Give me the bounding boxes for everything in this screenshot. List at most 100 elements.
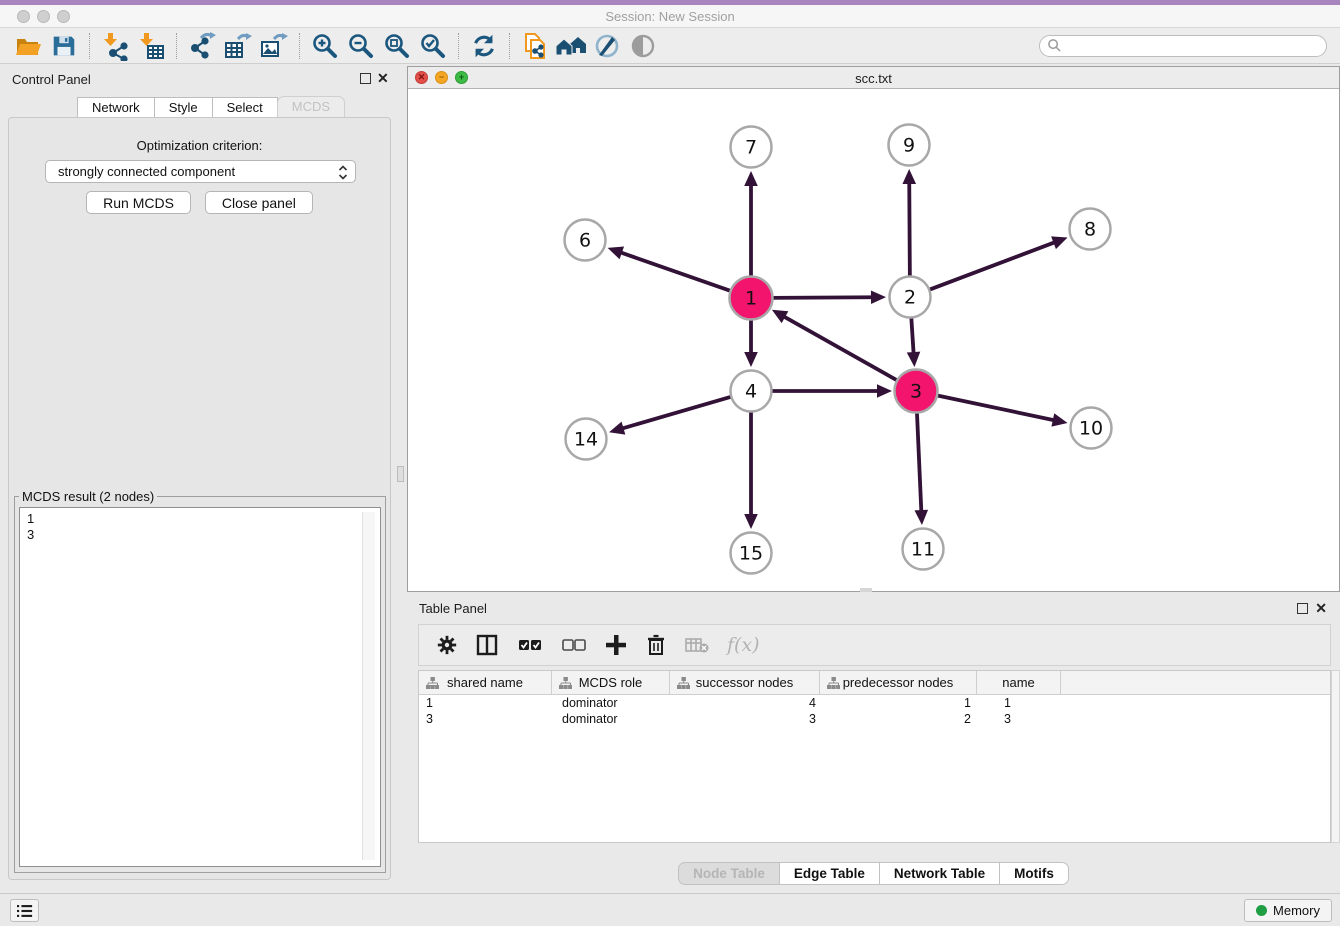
graph-edge-arrowhead — [1051, 413, 1067, 426]
table-scrollbar[interactable] — [1331, 670, 1340, 843]
memory-button[interactable]: Memory — [1244, 899, 1332, 922]
control-panel-close-button[interactable]: ✕ — [377, 71, 389, 85]
delete-table-icon — [684, 635, 710, 655]
import-table-button[interactable] — [133, 29, 169, 63]
hierarchy-icon — [426, 677, 439, 689]
graph-edge-3-10[interactable] — [936, 395, 1055, 420]
graph-edge-arrowhead — [608, 246, 624, 259]
main-titlebar: Session: New Session — [0, 5, 1340, 28]
graph-node-label: 7 — [745, 137, 757, 159]
graph-edge-3-1[interactable] — [783, 316, 898, 381]
column-header-shared-name[interactable]: shared name — [419, 671, 552, 694]
table-panel-title: Table Panel — [419, 601, 487, 616]
home-overview-button[interactable] — [553, 29, 589, 63]
table-settings-button[interactable] — [436, 634, 458, 656]
fit-content-button[interactable] — [379, 29, 415, 63]
table-panel-float-button[interactable] — [1297, 603, 1308, 614]
export-network-button[interactable] — [184, 29, 220, 63]
table-panel: Table Panel ✕ — [407, 597, 1340, 888]
window-resize-handle[interactable] — [860, 588, 872, 592]
zoom-out-button[interactable] — [343, 29, 379, 63]
graph-node-label: 15 — [739, 543, 763, 565]
table-row[interactable]: 3 dominator 3 2 3 — [419, 711, 1330, 727]
result-line: 1 — [27, 511, 380, 527]
select-all-button[interactable] — [516, 634, 543, 656]
trash-icon — [645, 633, 667, 657]
tab-style[interactable]: Style — [154, 97, 213, 118]
graph-edge-2-8[interactable] — [929, 242, 1056, 290]
table-header-row: shared name MCDS role successor nodes pr… — [419, 671, 1330, 695]
tab-motifs[interactable]: Motifs — [999, 862, 1069, 885]
network-canvas[interactable]: 7968124314101511 — [408, 89, 1339, 591]
export-image-button[interactable] — [256, 29, 292, 63]
table-row[interactable]: 1 dominator 4 1 1 — [419, 695, 1330, 711]
hierarchy-icon — [827, 677, 840, 689]
export-table-button[interactable] — [220, 29, 256, 63]
graph-node-label: 6 — [579, 230, 591, 252]
import-network-button[interactable] — [97, 29, 133, 63]
network-window-titlebar[interactable]: ✕ − + scc.txt — [408, 67, 1339, 89]
table-panel-close-button[interactable]: ✕ — [1315, 601, 1327, 615]
mcds-result-text[interactable]: 1 3 — [19, 507, 381, 867]
function-builder-button[interactable]: f(x) — [727, 634, 760, 656]
delete-table-button[interactable] — [684, 635, 710, 655]
column-header-mcds-role[interactable]: MCDS role — [552, 671, 670, 694]
duplicate-network-button[interactable] — [517, 29, 553, 63]
toolbar-separator — [458, 33, 459, 59]
optimization-criterion-dropdown[interactable]: strongly connected component — [45, 160, 356, 183]
add-column-button[interactable] — [604, 633, 628, 657]
tab-network-table[interactable]: Network Table — [879, 862, 1000, 885]
save-session-button[interactable] — [46, 29, 82, 63]
column-header-predecessor-nodes[interactable]: predecessor nodes — [820, 671, 977, 694]
main-toolbar — [0, 28, 1340, 64]
column-header-successor-nodes[interactable]: successor nodes — [670, 671, 820, 694]
tab-edge-table[interactable]: Edge Table — [779, 862, 880, 885]
import-table-icon — [136, 31, 166, 61]
search-field[interactable] — [1039, 35, 1327, 57]
panel-splitter-handle[interactable] — [397, 466, 404, 482]
network-graph[interactable]: 7968124314101511 — [408, 89, 1339, 592]
graph-edge-2-9[interactable] — [909, 182, 910, 277]
close-panel-button[interactable]: Close panel — [205, 191, 313, 214]
show-style-button[interactable] — [589, 29, 625, 63]
status-bar: Memory — [0, 893, 1340, 926]
graph-edge-arrowhead — [744, 171, 758, 186]
graph-edge-1-2[interactable] — [771, 297, 873, 298]
control-panel-float-button[interactable] — [360, 73, 371, 84]
column-visibility-button[interactable] — [475, 633, 499, 657]
task-history-button[interactable] — [10, 899, 39, 922]
chevron-up-down-icon — [338, 164, 348, 181]
zoom-selected-button[interactable] — [415, 29, 451, 63]
zoom-in-button[interactable] — [307, 29, 343, 63]
tab-network[interactable]: Network — [77, 97, 155, 118]
run-mcds-button[interactable]: Run MCDS — [86, 191, 191, 214]
apply-layout-button[interactable] — [466, 29, 502, 63]
export-image-icon — [259, 31, 289, 61]
search-icon — [1047, 38, 1062, 53]
mcds-result-title: MCDS result (2 nodes) — [19, 489, 157, 504]
deselect-all-button[interactable] — [560, 634, 587, 656]
export-network-icon — [187, 31, 217, 61]
graph-edge-4-14[interactable] — [622, 397, 732, 429]
graph-node-label: 10 — [1079, 418, 1103, 440]
application-window: Session: New Session — [0, 0, 1340, 926]
graph-edge-3-11[interactable] — [917, 411, 921, 512]
column-header-name[interactable]: name — [977, 671, 1061, 694]
node-table: shared name MCDS role successor nodes pr… — [418, 670, 1331, 843]
delete-column-button[interactable] — [645, 633, 667, 657]
result-scrollbar[interactable] — [362, 512, 375, 860]
graph-edge-arrowhead — [1051, 236, 1067, 249]
search-input[interactable] — [1062, 39, 1326, 53]
graph-node-label: 1 — [745, 288, 757, 310]
tab-node-table[interactable]: Node Table — [678, 862, 780, 885]
unchecked-boxes-icon — [560, 634, 587, 656]
toggle-graphics-details-button[interactable] — [625, 29, 661, 63]
tab-mcds[interactable]: MCDS — [277, 96, 345, 119]
style-brush-icon — [592, 31, 622, 61]
tab-select[interactable]: Select — [212, 97, 278, 118]
open-file-button[interactable] — [10, 29, 46, 63]
graph-edge-1-6[interactable] — [620, 252, 732, 291]
houses-icon — [555, 31, 587, 61]
graph-edge-2-3[interactable] — [911, 317, 913, 354]
export-table-icon — [223, 31, 253, 61]
